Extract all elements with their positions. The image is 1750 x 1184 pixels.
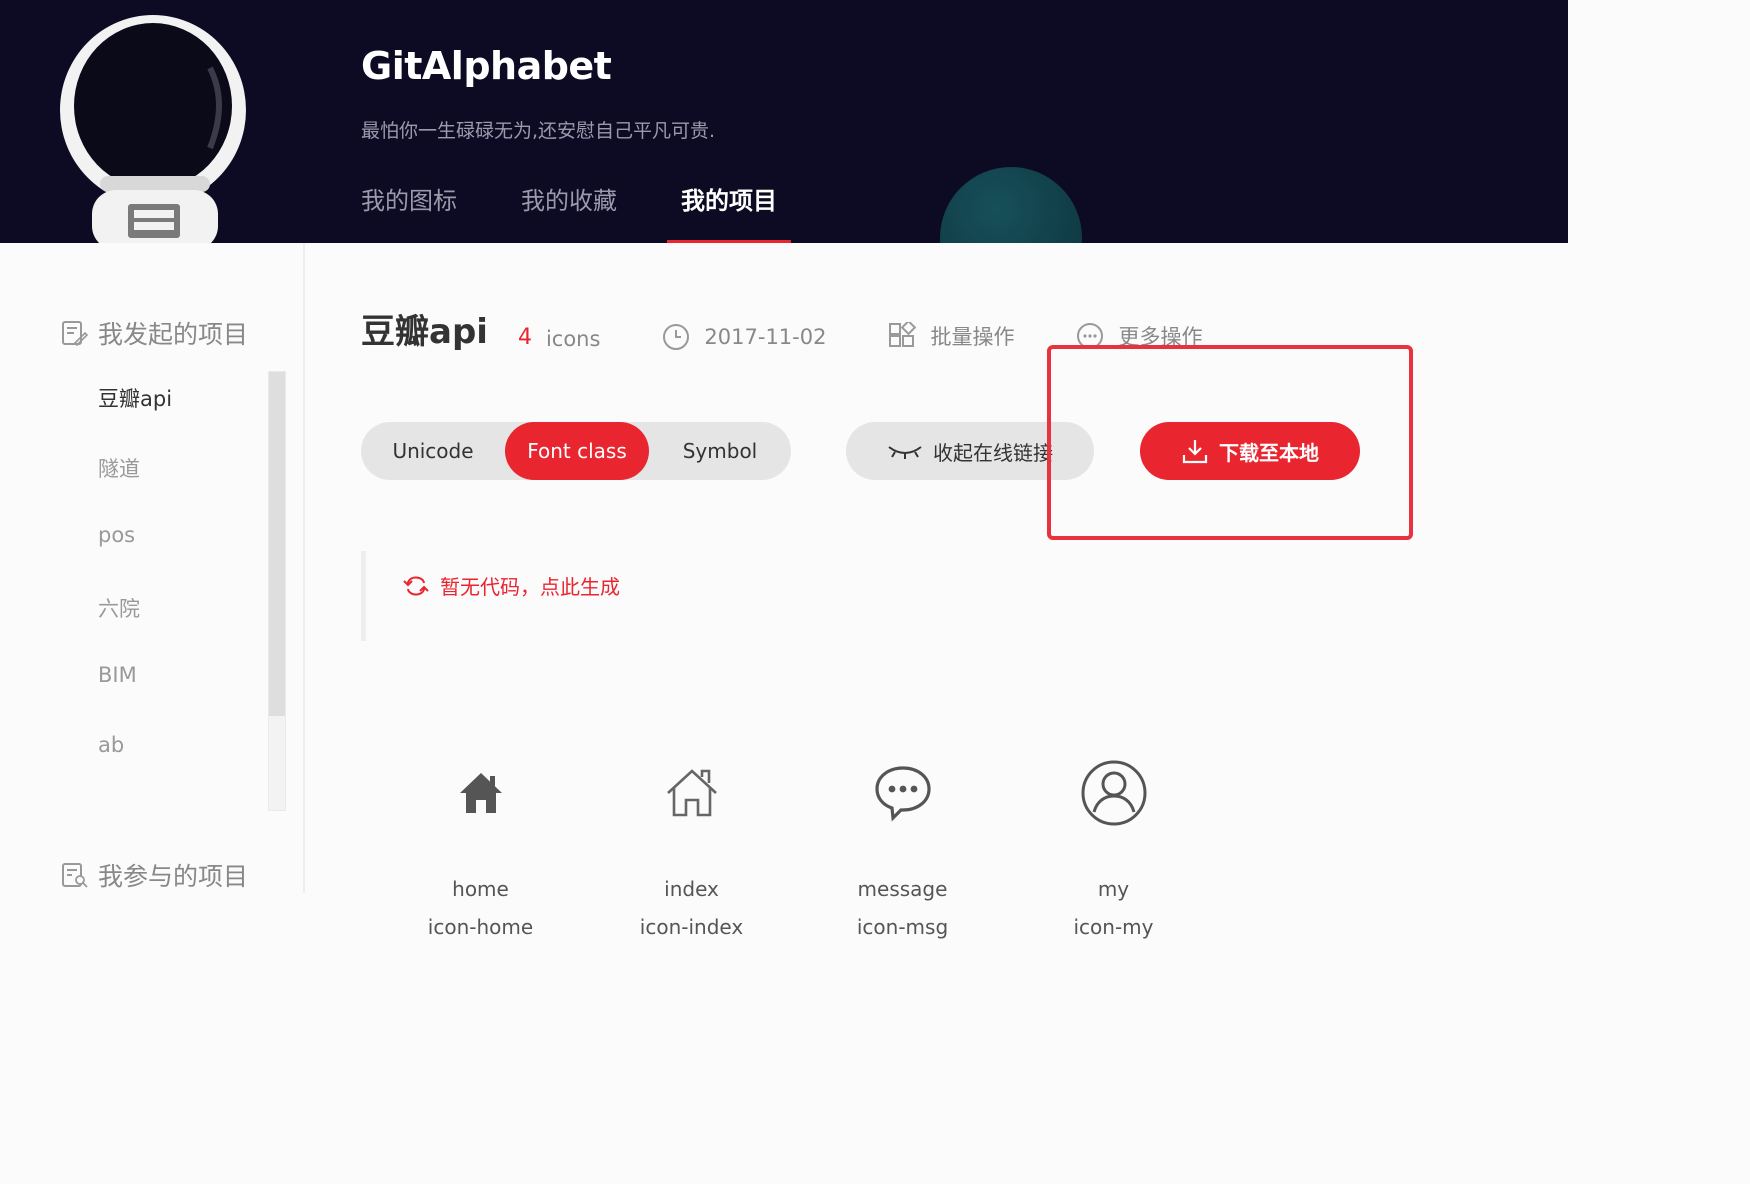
- icon-card-home[interactable]: home icon-home: [375, 753, 586, 939]
- grid-icon: [889, 322, 917, 347]
- icon-count: 4: [517, 325, 532, 350]
- icon-name: index: [664, 877, 719, 901]
- mode-font-class-tab[interactable]: Font class: [505, 422, 649, 480]
- batch-operations-button[interactable]: 批量操作: [888, 321, 1014, 351]
- scrollbar-thumb[interactable]: [269, 372, 285, 716]
- icon-class-name: icon-index: [639, 915, 744, 939]
- sidebar-item-tunnel[interactable]: 隧道: [98, 453, 172, 523]
- more-operations-label: 更多操作: [1118, 325, 1203, 349]
- code-area: 暂无代码，点此生成: [361, 551, 620, 641]
- download-local-button[interactable]: 下载至本地: [1140, 422, 1360, 480]
- icon-class-name: icon-my: [1073, 915, 1154, 939]
- project-date-text: 2017-11-02: [704, 325, 827, 349]
- download-icon: [1182, 440, 1208, 464]
- project-list: 豆瓣api 隧道 pos 六院 BIM ab: [98, 383, 172, 803]
- icon-class-name: icon-msg: [856, 915, 949, 939]
- motto: 最怕你一生碌碌无为,还安慰自己平凡可贵.: [361, 120, 716, 142]
- tab-my-icons[interactable]: 我的图标: [361, 181, 457, 243]
- tab-my-favorites[interactable]: 我的收藏: [521, 181, 617, 243]
- sidebar-item-douban-api[interactable]: 豆瓣api: [98, 383, 172, 453]
- started-projects-heading[interactable]: 我发起的项目: [60, 315, 248, 351]
- closed-eye-icon: [888, 446, 922, 459]
- sidebar-item-pos[interactable]: pos: [98, 523, 172, 593]
- house-outline-icon: [664, 753, 720, 833]
- project-info-row: 豆瓣api 4 icons 2017-11-02 批量操作 更多操作: [361, 312, 1202, 353]
- header-tabs: 我的图标 我的收藏 我的项目: [361, 181, 841, 243]
- sidebar-item-ab[interactable]: ab: [98, 733, 172, 803]
- edit-document-icon: [62, 321, 88, 347]
- icon-card-message[interactable]: message icon-msg: [797, 753, 1008, 939]
- brand-title: GitAlphabet: [361, 44, 612, 88]
- generate-code-label: 暂无代码，点此生成: [440, 575, 620, 599]
- icon-name: home: [452, 877, 509, 901]
- sidebar-item-bim[interactable]: BIM: [98, 663, 172, 733]
- icon-name: message: [857, 877, 948, 901]
- icon-count-unit: icons: [545, 327, 601, 351]
- sidebar: 我发起的项目 豆瓣api 隧道 pos 六院 BIM ab 我参与的项目: [0, 243, 305, 893]
- more-dots-icon: [1077, 323, 1104, 349]
- astronaut-avatar: [60, 15, 246, 243]
- collapse-online-link-label: 收起在线链接: [933, 440, 1053, 465]
- refresh-icon: [403, 575, 429, 596]
- collapse-online-link-button[interactable]: 收起在线链接: [846, 422, 1094, 480]
- joined-projects-heading[interactable]: 我参与的项目: [60, 857, 248, 893]
- header: GitAlphabet 最怕你一生碌碌无为,还安慰自己平凡可贵. 我的图标 我的…: [0, 0, 1568, 243]
- sidebar-item-liuyuan[interactable]: 六院: [98, 593, 172, 663]
- mode-unicode-tab[interactable]: Unicode: [361, 422, 505, 480]
- planet-decoration: [940, 167, 1082, 243]
- mode-symbol-tab[interactable]: Symbol: [649, 422, 791, 480]
- project-list-scrollbar[interactable]: [268, 371, 286, 811]
- icon-card-index[interactable]: index icon-index: [586, 753, 797, 939]
- project-date: 2017-11-02: [662, 323, 826, 351]
- search-document-icon: [62, 863, 88, 888]
- started-projects-label: 我发起的项目: [98, 320, 249, 349]
- tab-my-projects[interactable]: 我的项目: [667, 181, 791, 243]
- code-mode-switch: Unicode Font class Symbol: [361, 422, 791, 480]
- icon-card-my[interactable]: my icon-my: [1008, 753, 1219, 939]
- user-circle-icon: [1080, 753, 1148, 833]
- project-title: 豆瓣api: [361, 312, 488, 352]
- home-filled-icon: [457, 753, 505, 833]
- batch-operations-label: 批量操作: [930, 325, 1015, 349]
- clock-icon: [663, 324, 690, 350]
- download-local-label: 下载至本地: [1219, 440, 1319, 465]
- icon-name: my: [1097, 877, 1130, 901]
- icon-class-name: icon-home: [427, 915, 534, 939]
- icon-grid: home icon-home index icon-index message …: [375, 753, 1219, 939]
- more-operations-button[interactable]: 更多操作: [1076, 321, 1202, 351]
- main-content: 豆瓣api 4 icons 2017-11-02 批量操作 更多操作 Unico…: [361, 243, 1511, 1061]
- joined-projects-label: 我参与的项目: [98, 862, 249, 891]
- generate-code-link[interactable]: 暂无代码，点此生成: [402, 571, 620, 600]
- chat-bubble-icon: [873, 753, 933, 833]
